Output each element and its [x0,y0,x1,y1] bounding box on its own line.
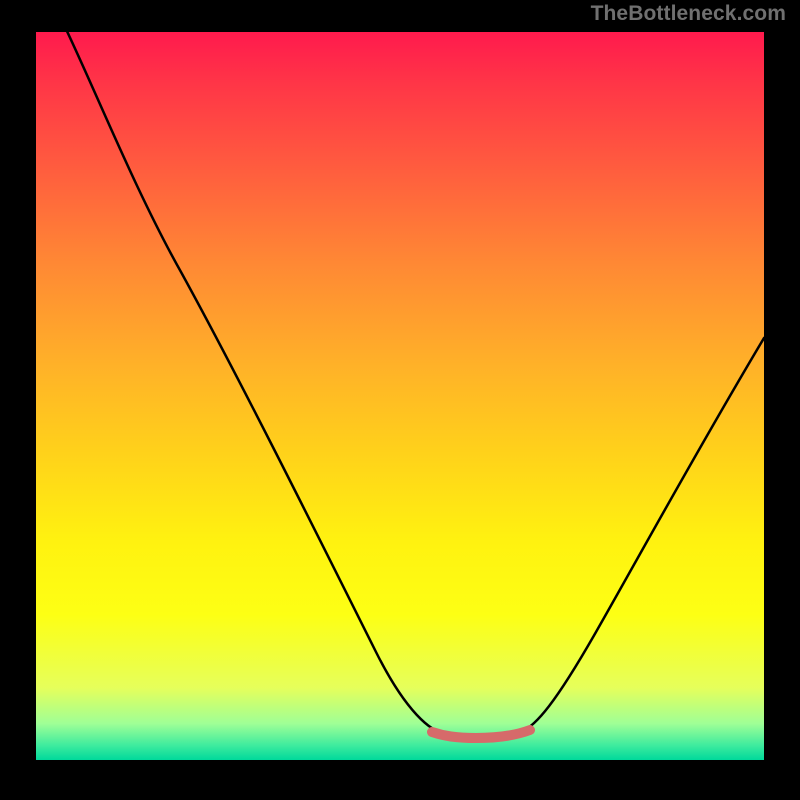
watermark-text: TheBottleneck.com [591,2,786,26]
plot-area [36,32,764,760]
curve-svg [36,32,764,760]
bottleneck-curve-path [65,32,764,737]
highlight-segment [432,730,530,738]
chart-container: TheBottleneck.com [0,0,800,800]
